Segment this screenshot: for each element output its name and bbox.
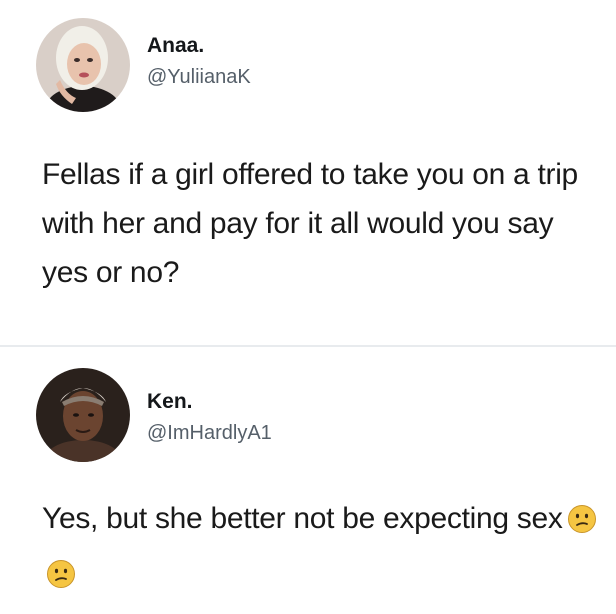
display-name[interactable]: Anaa. — [147, 34, 204, 58]
tweet-text: Fellas if a girl offered to take you on … — [42, 158, 578, 289]
avatar[interactable] — [36, 18, 130, 112]
tweet-divider — [0, 345, 616, 347]
tweet-text: Yes, but she better not be expecting sex — [42, 494, 598, 604]
woman-portrait-icon — [36, 18, 130, 112]
man-portrait-icon — [36, 368, 130, 462]
user-handle[interactable]: @YuliianaK — [147, 66, 251, 89]
tweet-text-body: Yes, but she better not be expecting sex — [42, 502, 563, 535]
tweet-card-2: Ken. @ImHardlyA1 Yes, but she better not… — [0, 350, 616, 614]
confused-face-icon — [567, 500, 597, 549]
avatar[interactable] — [36, 368, 130, 462]
confused-face-icon — [46, 555, 76, 604]
tweet-card-1: Anaa. @YuliianaK Fellas if a girl offere… — [0, 0, 616, 345]
user-handle[interactable]: @ImHardlyA1 — [147, 422, 272, 445]
display-name[interactable]: Ken. — [147, 390, 193, 414]
